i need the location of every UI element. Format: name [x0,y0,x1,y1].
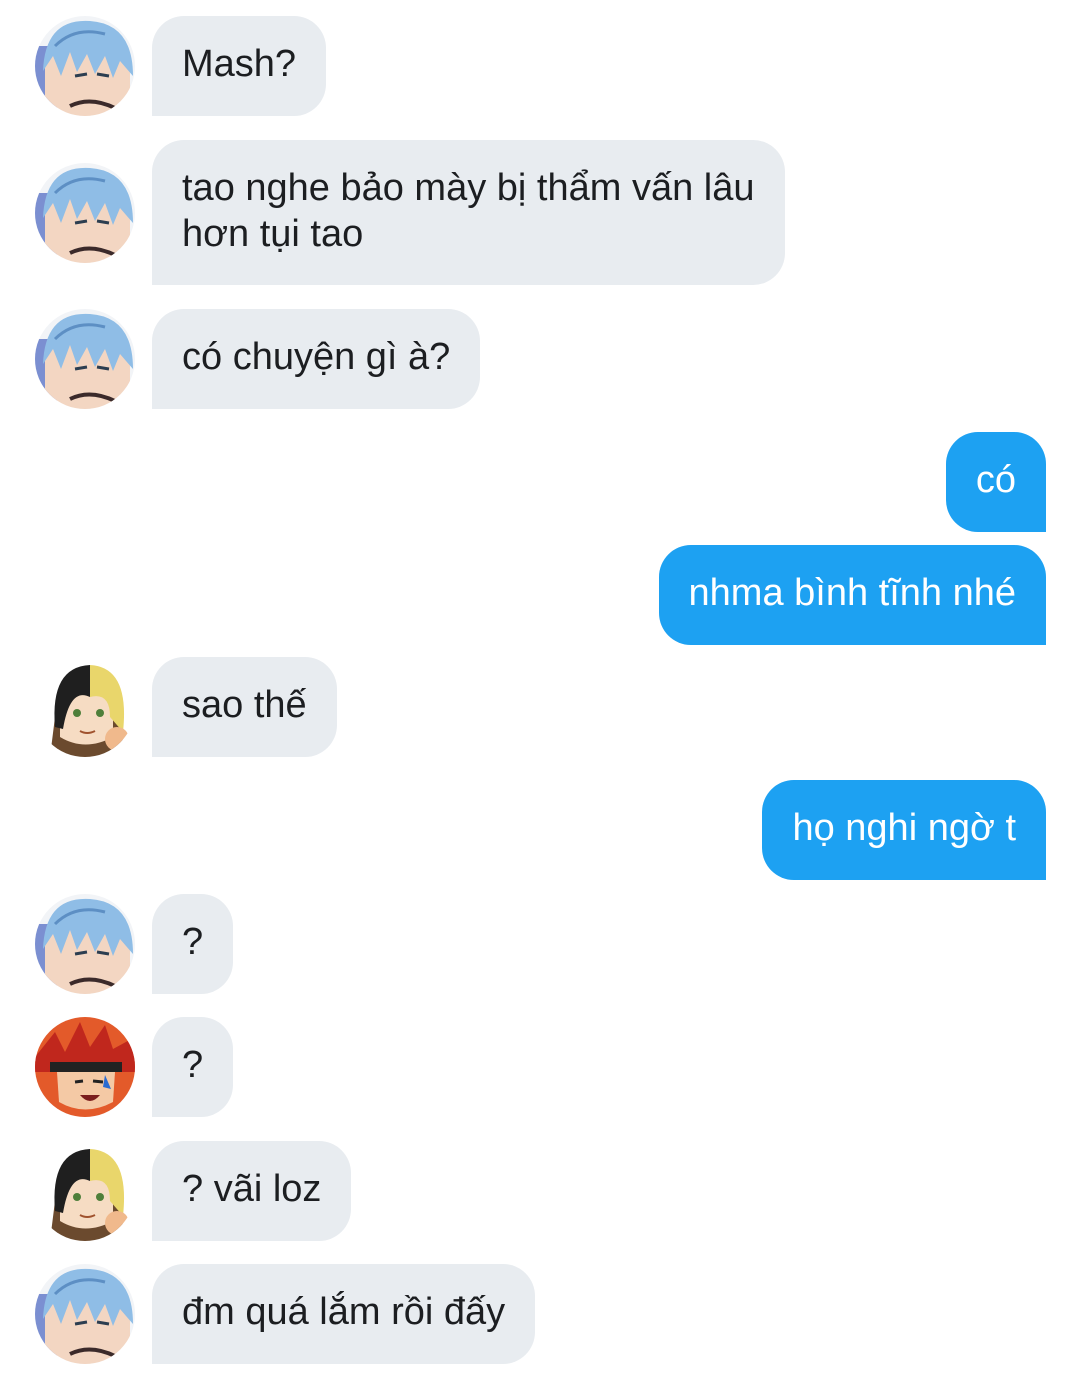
message-bubble[interactable]: sao thế [152,657,337,757]
message-bubble[interactable]: ? [152,894,234,994]
incoming-message[interactable]: đm quá lắm rồi đấy [0,1264,1080,1364]
incoming-message[interactable]: tao nghe bảo mày bị thẩm vấn lâu hơn tụi… [0,140,1080,285]
message-bubble[interactable]: có chuyện gì à? [152,309,481,409]
message-bubble[interactable]: Mash? [152,16,327,116]
message-bubble[interactable]: ? [152,1017,234,1117]
outgoing-message[interactable]: có [0,432,1080,532]
two-tone-hair-avatar[interactable] [35,1141,135,1241]
blue-hair-avatar[interactable] [35,16,135,116]
message-bubble[interactable]: có [945,432,1046,532]
message-bubble[interactable]: họ nghi ngờ t [762,780,1046,880]
incoming-message[interactable]: ? [0,1017,1080,1117]
incoming-message[interactable]: ? [0,894,1080,994]
incoming-message[interactable]: sao thế [0,657,1080,757]
message-bubble[interactable]: tao nghe bảo mày bị thẩm vấn lâu hơn tụi… [152,140,785,285]
red-hair-avatar[interactable] [35,1017,135,1117]
incoming-message[interactable]: ? vãi loz [0,1141,1080,1241]
blue-hair-avatar[interactable] [35,894,135,994]
incoming-message[interactable]: có chuyện gì à? [0,309,1080,409]
outgoing-message[interactable]: nhma bình tĩnh nhé [0,545,1080,645]
message-bubble[interactable]: ? vãi loz [152,1141,352,1241]
incoming-message[interactable]: Mash? [0,16,1080,116]
outgoing-message[interactable]: họ nghi ngờ t [0,780,1080,880]
message-bubble[interactable]: đm quá lắm rồi đấy [152,1264,536,1364]
blue-hair-avatar[interactable] [35,1264,135,1364]
blue-hair-avatar[interactable] [35,309,135,409]
message-bubble[interactable]: nhma bình tĩnh nhé [658,545,1046,645]
blue-hair-avatar[interactable] [35,163,135,263]
two-tone-hair-avatar[interactable] [35,657,135,757]
